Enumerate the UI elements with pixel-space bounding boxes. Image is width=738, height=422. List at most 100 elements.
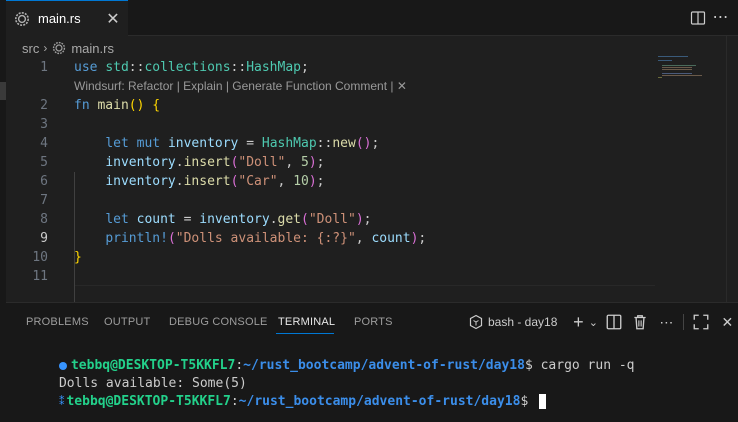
prompt-path: ~/rust_bootcamp/advent-of-rust/day18 [243,358,525,373]
terminal-line-prompt: ⁑ tebbq@DESKTOP-T5KKFL7:~/rust_bootcamp/a… [12,375,547,409]
code-token: ; [371,136,380,151]
tab-problems[interactable]: PROBLEMS [26,316,89,328]
tab-ports[interactable]: PORTS [354,316,393,328]
add-terminal-icon[interactable]: + [569,312,587,332]
terminal-command: cargo run -q [540,358,635,373]
code-line[interactable]: 5 inventory.insert("Doll", 5); [6,153,650,172]
code-token: HashMap [261,136,317,151]
code-token: count [371,231,411,246]
line-number: 5 [40,155,48,170]
code-line[interactable]: 10} [6,248,650,267]
code-token: 5 [301,155,309,170]
code-token: insert [183,155,231,170]
code-token: ; [418,231,427,246]
code-token: , [277,174,294,189]
chevron-right-icon: › [43,41,48,55]
code-line[interactable]: 9 println!("Dolls available: {:?}", coun… [6,229,650,248]
code-token: ; [316,155,325,170]
breadcrumb-folder[interactable]: src [22,41,39,56]
code-editor[interactable]: Windsurf: Refactor | Explain | Generate … [6,58,738,305]
code-token: ; [363,212,372,227]
prompt-path: ~/rust_bootcamp/advent-of-rust/day18 [238,394,521,409]
terminal[interactable]: tebbq@DESKTOP-T5KKFL7:~/rust_bootcamp/ad… [6,339,738,422]
editor-tab-bar: main.rs ✕ ⋯ [6,0,738,36]
code-token: = [238,136,262,151]
panel-tabs: PROBLEMS OUTPUT DEBUG CONSOLE TERMINAL P… [6,303,738,341]
code-text: fn main() { [74,96,160,115]
tab-output[interactable]: OUTPUT [104,316,150,328]
bottom-panel: PROBLEMS OUTPUT DEBUG CONSOLE TERMINAL P… [6,302,738,422]
more-actions-icon[interactable]: ⋯ [657,313,675,331]
line-number: 8 [40,212,48,227]
breadcrumb-file[interactable]: main.rs [71,41,114,56]
code-token: ; [316,174,325,189]
minimap[interactable] [652,56,712,80]
line-number: 10 [32,250,48,265]
code-token: 10 [293,174,309,189]
terminal-line-command: tebbq@DESKTOP-T5KKFL7:~/rust_bootcamp/ad… [12,339,635,373]
code-token: "Doll" [308,212,356,227]
more-actions-icon[interactable]: ⋯ [712,8,730,26]
code-line[interactable]: 1 use std::collections::HashMap; [6,58,650,77]
code-token: ) [308,174,317,189]
editor-scrollbar[interactable] [726,36,738,302]
split-editor-icon[interactable] [690,10,706,26]
code-text: use std::collections::HashMap; [74,58,309,77]
terminal-icon [469,314,483,330]
tab-debug-console[interactable]: DEBUG CONSOLE [169,316,268,328]
code-token: "Dolls available: {:?}" [175,231,356,246]
line-number: 11 [32,269,48,284]
prompt-user: tebbq@DESKTOP-T5KKFL7 [66,394,231,409]
close-icon[interactable]: ✕ [104,10,122,28]
code-line[interactable]: 8 let count = inventory.get("Doll"); [6,210,650,229]
split-terminal-icon[interactable] [605,313,623,331]
chevron-down-icon[interactable]: ⌄ [587,313,599,331]
code-line[interactable]: 11 [6,267,650,286]
code-token: () [128,98,145,113]
code-token: get [277,212,302,227]
maximize-panel-icon[interactable] [692,313,710,331]
code-token: , [285,155,302,170]
line-number: 4 [40,136,48,151]
code-token: let [105,212,129,227]
code-token: } [74,250,82,265]
line-number: 1 [40,60,48,75]
code-token: "Doll" [238,155,286,170]
code-token: ) [355,212,364,227]
kill-terminal-icon[interactable] [631,313,649,331]
code-token: ( [301,212,309,227]
code-token: . [175,155,184,170]
prompt-separator: : [230,394,239,409]
code-token: new [332,136,356,151]
code-token: collections [144,60,231,75]
code-token: use [74,60,98,75]
code-line[interactable]: 4 let mut inventory = HashMap::new(); [6,134,650,153]
current-line-highlight [74,285,655,303]
code-line[interactable]: 6 inventory.insert("Car", 10); [6,172,650,191]
prompt-dollar: $ [524,358,541,373]
close-panel-icon[interactable]: ✕ [718,313,736,331]
active-tab-indicator [276,333,334,334]
code-token: ; [301,60,309,75]
code-token: std [105,60,129,75]
tab-main-rs[interactable]: main.rs ✕ [6,0,128,36]
code-line[interactable]: 7 [6,191,650,210]
code-text: inventory.insert("Car", 10); [74,172,325,191]
code-line[interactable]: 3 [6,115,650,134]
code-token: , [355,231,372,246]
codelens-actions[interactable]: Windsurf: Refactor | Explain | Generate … [74,78,407,95]
terminal-cursor [539,394,547,409]
shell-integration-icon[interactable]: ⁑ [59,395,65,408]
code-token: ) [308,155,317,170]
terminal-name[interactable]: bash - day18 [488,315,557,329]
terminal-line-output: Dolls available: Some(5) [12,357,247,391]
code-line[interactable]: 2 fn main() { [6,96,650,115]
code-token: inventory [105,155,176,170]
line-number: 3 [40,117,48,132]
tab-terminal[interactable]: TERMINAL [278,316,335,328]
code-token: inventory [105,174,176,189]
